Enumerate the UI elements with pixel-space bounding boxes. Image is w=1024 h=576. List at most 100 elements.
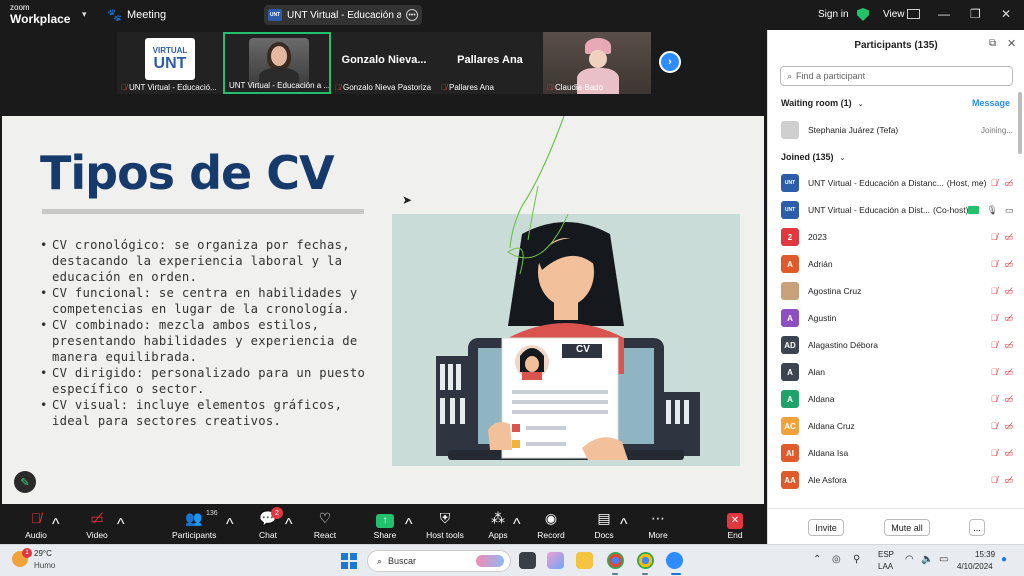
- participant-row[interactable]: Agostina Cruz 🎙̸ ▭̸: [781, 280, 1013, 302]
- host-tools-button[interactable]: ⛨ Host tools: [424, 510, 466, 540]
- end-meeting-button[interactable]: ✕ End: [723, 510, 747, 540]
- participant-row[interactable]: A Adrián 🎙̸ ▭̸: [781, 253, 1013, 275]
- wifi-icon[interactable]: ◠: [905, 554, 914, 565]
- weather-temperature[interactable]: 29°C: [34, 549, 52, 558]
- apps-button[interactable]: ⁂ Apps: [486, 510, 510, 540]
- video-off-icon[interactable]: ▭̸: [1004, 421, 1013, 432]
- mic-muted-icon[interactable]: 🎙̸: [991, 232, 998, 242]
- clock-date[interactable]: 4/10/2024: [957, 562, 993, 571]
- participant-row[interactable]: A Agustin 🎙̸ ▭̸: [781, 307, 1013, 329]
- video-off-icon[interactable]: ▭̸: [1004, 313, 1013, 324]
- invite-button[interactable]: Invite: [808, 519, 844, 536]
- participant-row[interactable]: UNT UNT Virtual - Educación a Distanc...(…: [781, 172, 1013, 194]
- mic-tray-icon[interactable]: ◎: [832, 554, 841, 565]
- pop-out-icon[interactable]: ⧉: [989, 38, 996, 49]
- close-panel-icon[interactable]: ✕: [1007, 37, 1016, 50]
- participant-row[interactable]: UNT UNT Virtual - Educación a Dist... (Co-…: [781, 199, 1013, 221]
- windows-start-icon[interactable]: [341, 553, 357, 569]
- mic-icon[interactable]: 🎙: [986, 205, 997, 216]
- video-off-icon[interactable]: ▭̸: [1004, 340, 1013, 351]
- mic-muted-icon[interactable]: 🎙̸: [991, 286, 998, 296]
- participant-row[interactable]: AD Alagastino Débora 🎙̸ ▭̸: [781, 334, 1013, 356]
- zoom-app-icon[interactable]: [666, 552, 683, 569]
- participant-row[interactable]: AA Ale Asfora 🎙̸ ▭̸: [781, 469, 1013, 491]
- chat-options-caret[interactable]: ^: [285, 516, 293, 534]
- docs-options-caret[interactable]: ^: [620, 516, 628, 534]
- video-camera-icon[interactable]: ▭: [1005, 205, 1014, 216]
- participants-options-caret[interactable]: ^: [226, 516, 234, 534]
- video-tile[interactable]: Pallares Ana 🎙̸ Pallares Ana: [437, 32, 543, 94]
- panel-scrollbar[interactable]: [1018, 92, 1022, 154]
- video-options-caret[interactable]: ^: [117, 516, 125, 534]
- file-explorer-icon[interactable]: [576, 552, 593, 569]
- video-off-icon[interactable]: ▭̸: [1004, 232, 1013, 243]
- waiting-participant-row[interactable]: Stephania Juárez (Tefa) Joining...: [781, 119, 1013, 141]
- mic-muted-icon[interactable]: 🎙̸: [991, 259, 998, 269]
- more-button[interactable]: ⋯ More: [646, 510, 670, 540]
- video-off-icon[interactable]: ▭̸: [1004, 259, 1013, 270]
- copilot-icon[interactable]: [547, 552, 564, 569]
- view-layout-icon[interactable]: [907, 9, 920, 19]
- tray-chevron-icon[interactable]: ⌃: [813, 554, 821, 565]
- mic-muted-icon[interactable]: 🎙̸: [991, 340, 998, 350]
- chat-button[interactable]: 💬 2 Chat: [255, 507, 283, 540]
- restore-icon[interactable]: ❐: [970, 7, 981, 21]
- chevron-down-icon[interactable]: ▾: [82, 9, 87, 20]
- mic-muted-icon[interactable]: 🎙̸: [991, 421, 998, 431]
- mic-muted-icon[interactable]: 🎙̸: [991, 394, 998, 404]
- mic-muted-icon[interactable]: 🎙̸: [991, 475, 998, 485]
- mic-muted-icon[interactable]: 🎙̸: [991, 178, 998, 188]
- video-off-icon[interactable]: ▭̸: [1004, 286, 1013, 297]
- video-off-icon[interactable]: ▭̸: [1004, 367, 1013, 378]
- participant-row[interactable]: A Aldana 🎙̸ ▭̸: [781, 388, 1013, 410]
- more-options-icon[interactable]: •••: [406, 9, 418, 21]
- chrome-icon[interactable]: [607, 552, 624, 569]
- security-shield-icon[interactable]: [857, 8, 869, 21]
- share-button[interactable]: ↑ Share: [372, 510, 398, 540]
- close-window-icon[interactable]: ✕: [1001, 7, 1011, 21]
- chrome-profile-icon[interactable]: [637, 552, 654, 569]
- waiting-room-header[interactable]: Waiting room (1) ⌄: [781, 98, 864, 108]
- message-link[interactable]: Message: [972, 98, 1010, 108]
- react-button[interactable]: ♡ React: [312, 510, 338, 540]
- video-button[interactable]: ▭̸ Video: [82, 510, 112, 540]
- docs-button[interactable]: ▤ Docs: [592, 510, 616, 540]
- video-tile[interactable]: Gonzalo Nieva... 🎙̸ Gonzalo Nieva Pastor…: [331, 32, 437, 94]
- meeting-menu[interactable]: 🐾 Meeting: [107, 8, 166, 22]
- participant-row[interactable]: 2 2023 🎙̸ ▭̸: [781, 226, 1013, 248]
- record-button[interactable]: ◉ Record: [537, 510, 565, 540]
- language-secondary[interactable]: LAA: [878, 562, 893, 571]
- volume-icon[interactable]: 🔈: [921, 554, 933, 565]
- mic-muted-icon[interactable]: 🎙̸: [991, 313, 998, 323]
- next-page-icon[interactable]: ›: [659, 51, 681, 73]
- audio-button[interactable]: 🎙̸ Audio: [22, 510, 50, 540]
- notification-icon[interactable]: ●: [1001, 554, 1007, 565]
- taskbar-search[interactable]: ⌕ Buscar: [367, 550, 511, 572]
- video-tile[interactable]: VIRTUAL UNT 🎙̸ UNT Virtual - Educació...: [117, 32, 223, 94]
- minimize-icon[interactable]: —: [938, 7, 950, 21]
- video-off-icon[interactable]: ▭̸: [1004, 475, 1013, 486]
- apps-options-caret[interactable]: ^: [513, 516, 521, 534]
- annotate-pen-icon[interactable]: ✎: [14, 471, 36, 493]
- mic-muted-icon[interactable]: 🎙̸: [991, 367, 998, 377]
- participant-row[interactable]: AI Aldana Isa 🎙̸ ▭̸: [781, 442, 1013, 464]
- search-input[interactable]: [796, 71, 997, 81]
- clock-time[interactable]: 15:39: [975, 550, 995, 559]
- view-button[interactable]: View: [883, 9, 905, 20]
- audio-options-caret[interactable]: ^: [52, 516, 60, 534]
- mic-muted-icon[interactable]: 🎙̸: [991, 448, 998, 458]
- share-options-caret[interactable]: ^: [405, 516, 413, 534]
- location-icon[interactable]: ⚲: [853, 554, 860, 565]
- meeting-title-pill[interactable]: UNT UNT Virtual - Educación a Distan •••: [264, 5, 422, 25]
- language-primary[interactable]: ESP: [878, 550, 894, 559]
- sign-in-link[interactable]: Sign in: [818, 9, 849, 20]
- panel-more-button[interactable]: ...: [969, 519, 985, 536]
- task-view-icon[interactable]: [519, 552, 536, 569]
- video-tile[interactable]: 🎙̸ Claudia Bado: [543, 32, 651, 94]
- video-tile-active[interactable]: UNT Virtual - Educación a ...: [223, 32, 331, 94]
- participant-row[interactable]: A Alan 🎙̸ ▭̸: [781, 361, 1013, 383]
- mute-all-button[interactable]: Mute all: [884, 519, 930, 536]
- participant-row[interactable]: AC Aldana Cruz 🎙̸ ▭̸: [781, 415, 1013, 437]
- battery-icon[interactable]: ▭: [939, 554, 948, 565]
- joined-header[interactable]: Joined (135) ⌄: [781, 152, 845, 162]
